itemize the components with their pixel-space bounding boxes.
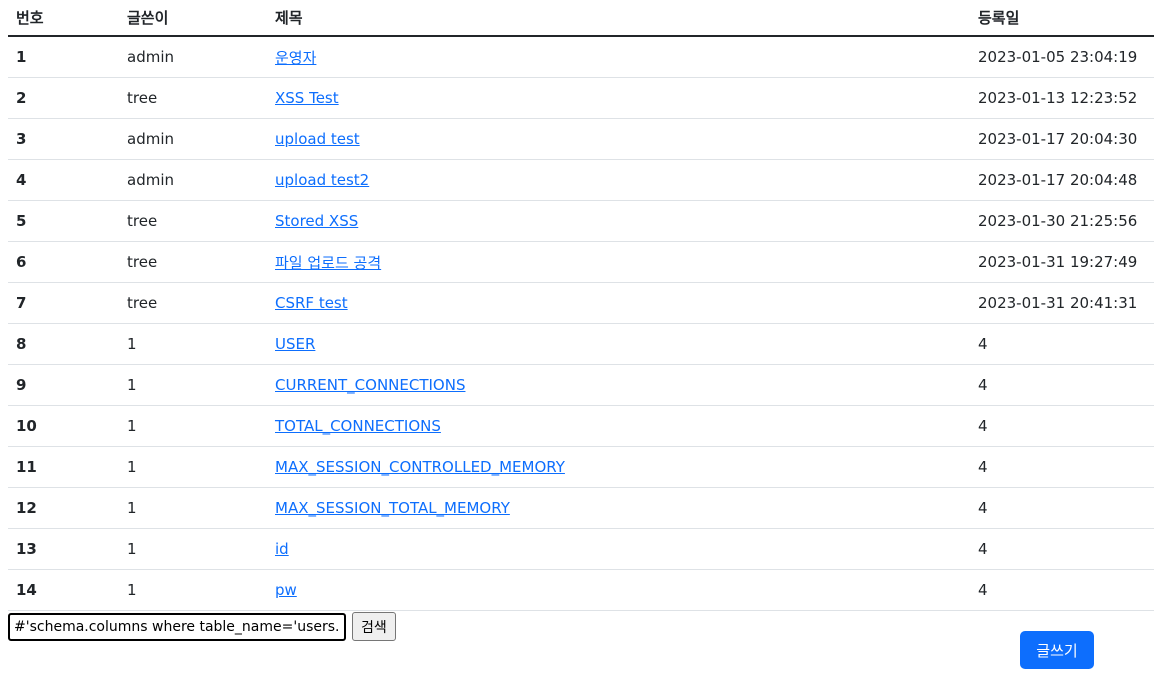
header-number: 번호 [8, 0, 119, 37]
header-title: 제목 [267, 0, 970, 37]
post-number: 8 [8, 323, 119, 365]
post-date: 2023-01-17 20:04:30 [970, 118, 1154, 160]
post-date: 2023-01-31 20:41:31 [970, 282, 1154, 324]
post-title-cell: 파일 업로드 공격 [267, 241, 970, 283]
post-number: 2 [8, 77, 119, 119]
post-date: 4 [970, 528, 1154, 570]
table-row: 13 1 id 4 [8, 528, 1154, 570]
post-date: 4 [970, 364, 1154, 406]
post-title-link[interactable]: upload test [275, 130, 360, 148]
post-title-cell: upload test [267, 118, 970, 160]
post-date: 4 [970, 569, 1154, 611]
post-writer: admin [119, 36, 267, 78]
table-row: 10 1 TOTAL_CONNECTIONS 4 [8, 405, 1154, 447]
post-date: 2023-01-17 20:04:48 [970, 159, 1154, 201]
search-input[interactable] [8, 612, 346, 641]
post-title-cell: MAX_SESSION_TOTAL_MEMORY [267, 487, 970, 529]
post-title-link[interactable]: Stored XSS [275, 212, 358, 230]
post-title-cell: MAX_SESSION_CONTROLLED_MEMORY [267, 446, 970, 488]
post-writer: 1 [119, 405, 267, 447]
post-title-link[interactable]: CURRENT_CONNECTIONS [275, 376, 465, 394]
table-row: 8 1 USER 4 [8, 323, 1154, 365]
post-number: 9 [8, 364, 119, 406]
post-title-link[interactable]: id [275, 540, 289, 558]
post-date: 4 [970, 487, 1154, 529]
post-writer: 1 [119, 323, 267, 365]
post-title-link[interactable]: TOTAL_CONNECTIONS [275, 417, 441, 435]
post-title-cell: upload test2 [267, 159, 970, 201]
search-button[interactable]: 검색 [352, 612, 396, 641]
table-row: 2 tree XSS Test 2023-01-13 12:23:52 [8, 77, 1154, 119]
post-number: 5 [8, 200, 119, 242]
post-title-link[interactable]: pw [275, 581, 297, 599]
post-title-link[interactable]: USER [275, 335, 315, 353]
post-writer: 1 [119, 364, 267, 406]
post-title-link[interactable]: 운영자 [275, 49, 316, 67]
post-title-cell: TOTAL_CONNECTIONS [267, 405, 970, 447]
post-date: 2023-01-13 12:23:52 [970, 77, 1154, 119]
post-number: 10 [8, 405, 119, 447]
post-title-cell: XSS Test [267, 77, 970, 119]
table-row: 5 tree Stored XSS 2023-01-30 21:25:56 [8, 200, 1154, 242]
table-row: 11 1 MAX_SESSION_CONTROLLED_MEMORY 4 [8, 446, 1154, 488]
post-writer: 1 [119, 569, 267, 611]
table-row: 3 admin upload test 2023-01-17 20:04:30 [8, 118, 1154, 160]
write-post-button[interactable]: 글쓰기 [1020, 631, 1094, 669]
post-title-link[interactable]: CSRF test [275, 294, 348, 312]
board-table: 번호 글쓴이 제목 등록일 1 admin 운영자 2023-01-05 23:04:… [8, 0, 1154, 611]
header-writer: 글쓴이 [119, 0, 267, 37]
post-writer: tree [119, 241, 267, 283]
post-number: 6 [8, 241, 119, 283]
board-container: 번호 글쓴이 제목 등록일 1 admin 운영자 2023-01-05 23:04:… [8, 0, 1154, 611]
post-writer: 1 [119, 528, 267, 570]
post-date: 2023-01-31 19:27:49 [970, 241, 1154, 283]
search-form: 검색 [8, 612, 396, 641]
post-date: 4 [970, 446, 1154, 488]
post-title-cell: pw [267, 569, 970, 611]
post-date: 4 [970, 405, 1154, 447]
post-date: 2023-01-05 23:04:19 [970, 36, 1154, 78]
post-title-cell: CSRF test [267, 282, 970, 324]
table-row: 14 1 pw 4 [8, 569, 1154, 611]
table-row: 12 1 MAX_SESSION_TOTAL_MEMORY 4 [8, 487, 1154, 529]
table-row: 6 tree 파일 업로드 공격 2023-01-31 19:27:49 [8, 241, 1154, 283]
post-date: 2023-01-30 21:25:56 [970, 200, 1154, 242]
table-row: 9 1 CURRENT_CONNECTIONS 4 [8, 364, 1154, 406]
post-writer: tree [119, 200, 267, 242]
table-body: 1 admin 운영자 2023-01-05 23:04:19 2 tree XSS Tes… [8, 36, 1154, 611]
post-title-link[interactable]: 파일 업로드 공격 [275, 254, 381, 272]
table-row: 7 tree CSRF test 2023-01-31 20:41:31 [8, 282, 1154, 324]
post-writer: admin [119, 159, 267, 201]
post-number: 1 [8, 36, 119, 78]
post-writer: 1 [119, 446, 267, 488]
post-title-link[interactable]: XSS Test [275, 89, 339, 107]
post-number: 7 [8, 282, 119, 324]
post-title-link[interactable]: MAX_SESSION_CONTROLLED_MEMORY [275, 458, 565, 476]
post-writer: tree [119, 282, 267, 324]
post-title-cell: USER [267, 323, 970, 365]
header-date: 등록일 [970, 0, 1154, 37]
post-number: 14 [8, 569, 119, 611]
post-title-cell: CURRENT_CONNECTIONS [267, 364, 970, 406]
post-writer: admin [119, 118, 267, 160]
post-number: 3 [8, 118, 119, 160]
post-writer: 1 [119, 487, 267, 529]
table-row: 1 admin 운영자 2023-01-05 23:04:19 [8, 36, 1154, 78]
post-number: 12 [8, 487, 119, 529]
table-row: 4 admin upload test2 2023-01-17 20:04:48 [8, 159, 1154, 201]
post-writer: tree [119, 77, 267, 119]
post-number: 4 [8, 159, 119, 201]
table-header: 번호 글쓴이 제목 등록일 [8, 0, 1154, 37]
post-title-cell: 운영자 [267, 36, 970, 78]
post-date: 4 [970, 323, 1154, 365]
post-title-cell: id [267, 528, 970, 570]
post-title-link[interactable]: MAX_SESSION_TOTAL_MEMORY [275, 499, 510, 517]
post-number: 13 [8, 528, 119, 570]
post-title-cell: Stored XSS [267, 200, 970, 242]
post-title-link[interactable]: upload test2 [275, 171, 369, 189]
post-number: 11 [8, 446, 119, 488]
